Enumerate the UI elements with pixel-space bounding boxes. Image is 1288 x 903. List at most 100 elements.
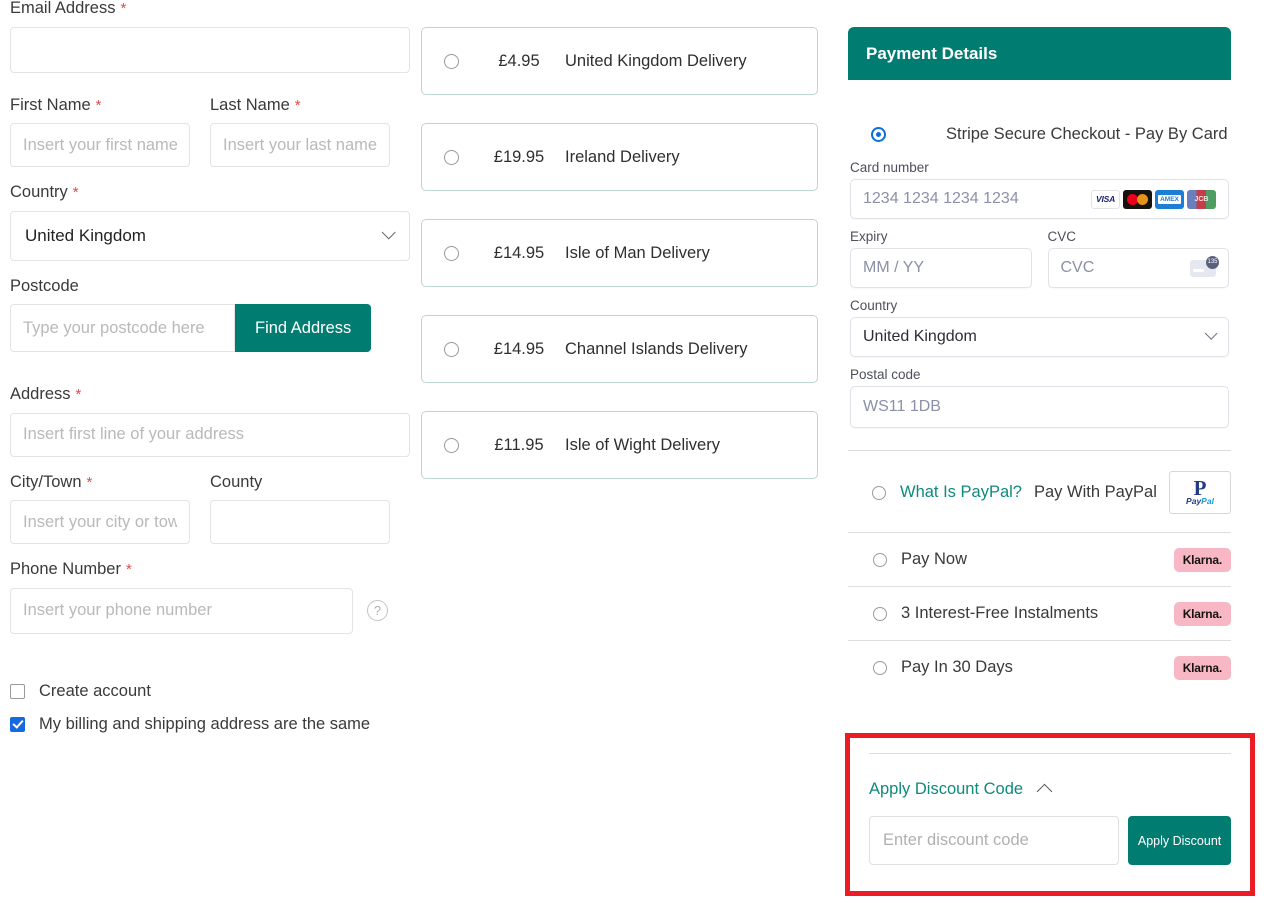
delivery-radio[interactable] (444, 245, 459, 261)
pay-with-paypal-label: Pay With PayPal (1033, 483, 1157, 501)
discount-code-input[interactable] (869, 816, 1120, 865)
phone-input[interactable] (10, 587, 353, 634)
card-number-placeholder: 1234 1234 1234 1234 (863, 190, 1019, 207)
delivery-option-isle-of-man[interactable]: £14.95 Isle of Man Delivery (421, 219, 818, 287)
postcode-label: Postcode (10, 277, 410, 295)
delivery-radio[interactable] (444, 341, 459, 357)
city-label-text: City/Town (10, 472, 82, 491)
stripe-radio[interactable] (871, 127, 886, 142)
delivery-name: Ireland Delivery (565, 147, 680, 166)
klarna-option-pay-now[interactable]: Pay Now Klarna. (848, 532, 1231, 586)
klarna-badge: Klarna. (1173, 655, 1231, 680)
create-account-checkbox[interactable] (10, 683, 25, 699)
discount-code-section: Apply Discount Code Apply Discount (845, 733, 1255, 896)
country-selected-value: United Kingdom (25, 225, 146, 245)
klarna-label: Pay Now (901, 550, 968, 568)
apply-discount-button[interactable]: Apply Discount (1128, 816, 1231, 865)
required-marker: * (125, 561, 132, 578)
stripe-country-select[interactable]: United Kingdom (850, 317, 1229, 357)
cvc-input[interactable]: CVC (1047, 248, 1229, 288)
create-account-checkbox-row[interactable]: Create account (10, 682, 410, 701)
delivery-option-ireland[interactable]: £19.95 Ireland Delivery (421, 123, 818, 191)
paypal-wordmark: PayPal (1186, 495, 1214, 506)
klarna-radio[interactable] (873, 660, 887, 675)
cvc-card-icon (1190, 255, 1219, 277)
last-name-input[interactable] (210, 123, 390, 167)
delivery-price: £4.95 (498, 51, 540, 70)
country-label: Country * (10, 184, 410, 201)
delivery-name: United Kingdom Delivery (565, 51, 747, 70)
delivery-option-united-kingdom[interactable]: £4.95 United Kingdom Delivery (421, 27, 818, 95)
required-marker: * (72, 184, 79, 201)
delivery-name: Channel Islands Delivery (565, 339, 748, 358)
paypal-option-row[interactable]: What Is PayPal? Pay With PayPal P PayPal (848, 451, 1231, 532)
mastercard-icon (1123, 189, 1152, 209)
stripe-country-label: Country (850, 298, 898, 313)
customer-details-form: Email Address* First Name* Last Name* Co… (10, 0, 410, 748)
expiry-label: Expiry (850, 229, 888, 244)
email-input[interactable] (10, 26, 410, 73)
paypal-word-pay: Pay (1186, 495, 1202, 506)
country-select[interactable]: United Kingdom (10, 210, 410, 261)
county-label: County (210, 473, 390, 491)
cvc-label: CVC (1047, 229, 1077, 244)
postal-code-label: Postal code (850, 367, 921, 382)
postcode-input[interactable] (10, 304, 235, 352)
address-input[interactable] (10, 412, 410, 457)
card-brand-icons: VISA AMEX (1091, 189, 1216, 209)
klarna-radio[interactable] (873, 552, 887, 567)
delivery-option-channel-islands[interactable]: £14.95 Channel Islands Delivery (421, 315, 818, 383)
email-label-text: Email Address (10, 0, 116, 17)
card-number-input[interactable]: 1234 1234 1234 1234 VISA AMEX (850, 179, 1229, 219)
amex-icon: AMEX (1155, 189, 1184, 209)
klarna-badge: Klarna. (1173, 547, 1231, 572)
paypal-mark-icon: P (1193, 475, 1207, 500)
klarna-option-pay-in-30-days[interactable]: Pay In 30 Days Klarna. (848, 640, 1231, 694)
apply-discount-code-toggle[interactable]: Apply Discount Code (869, 780, 1231, 800)
county-input[interactable] (210, 500, 390, 544)
klarna-label: Pay In 30 Days (901, 658, 1013, 676)
delivery-radio[interactable] (444, 437, 459, 453)
paypal-radio[interactable] (872, 485, 886, 500)
paypal-logo: P PayPal (1169, 471, 1231, 514)
phone-label: Phone Number * (10, 561, 410, 578)
paypal-word-pal: Pal (1201, 495, 1214, 506)
visa-icon: VISA (1091, 189, 1120, 209)
expiry-input[interactable]: MM / YY (850, 248, 1032, 288)
expiry-placeholder: MM / YY (863, 259, 925, 276)
apply-discount-code-label: Apply Discount Code (869, 780, 1024, 798)
delivery-option-isle-of-wight[interactable]: £11.95 Isle of Wight Delivery (421, 411, 818, 479)
delivery-radio[interactable] (444, 53, 459, 69)
delivery-radio[interactable] (444, 149, 459, 165)
same-address-checkbox-row[interactable]: My billing and shipping address are the … (10, 715, 410, 734)
same-address-checkbox[interactable] (10, 716, 25, 732)
klarna-label: 3 Interest-Free Instalments (901, 604, 1099, 622)
stripe-country-value: United Kingdom (863, 328, 977, 345)
last-name-label-text: Last Name (210, 95, 290, 114)
what-is-paypal-link[interactable]: What Is PayPal? (900, 483, 1022, 502)
card-number-label: Card number (850, 160, 929, 175)
chevron-up-icon[interactable] (1036, 783, 1053, 800)
payment-panel: Payment Details Stripe Secure Checkout -… (848, 27, 1231, 694)
required-marker: * (95, 96, 102, 114)
jcb-icon (1187, 189, 1216, 209)
cvc-placeholder: CVC (1060, 259, 1095, 276)
stripe-option-row[interactable]: Stripe Secure Checkout - Pay By Card (848, 125, 1231, 144)
first-name-input[interactable] (10, 123, 190, 167)
required-marker: * (75, 386, 82, 403)
required-marker: * (294, 96, 301, 114)
klarna-badge: Klarna. (1173, 601, 1231, 626)
required-marker: * (120, 0, 127, 17)
help-circle-icon[interactable]: ? (367, 600, 388, 621)
first-name-label-text: First Name (10, 95, 91, 114)
checkout-page: Email Address* First Name* Last Name* Co… (0, 0, 1288, 903)
klarna-option-instalments[interactable]: 3 Interest-Free Instalments Klarna. (848, 586, 1231, 640)
postal-code-input[interactable]: WS11 1DB (850, 386, 1229, 428)
city-label: City/Town * (10, 472, 190, 491)
delivery-price: £19.95 (493, 147, 545, 166)
payment-details-header: Payment Details (848, 27, 1231, 80)
city-input[interactable] (10, 500, 190, 544)
klarna-radio[interactable] (873, 606, 887, 621)
find-address-button[interactable]: Find Address (235, 304, 372, 352)
stripe-option-label: Stripe Secure Checkout - Pay By Card (946, 125, 1228, 143)
